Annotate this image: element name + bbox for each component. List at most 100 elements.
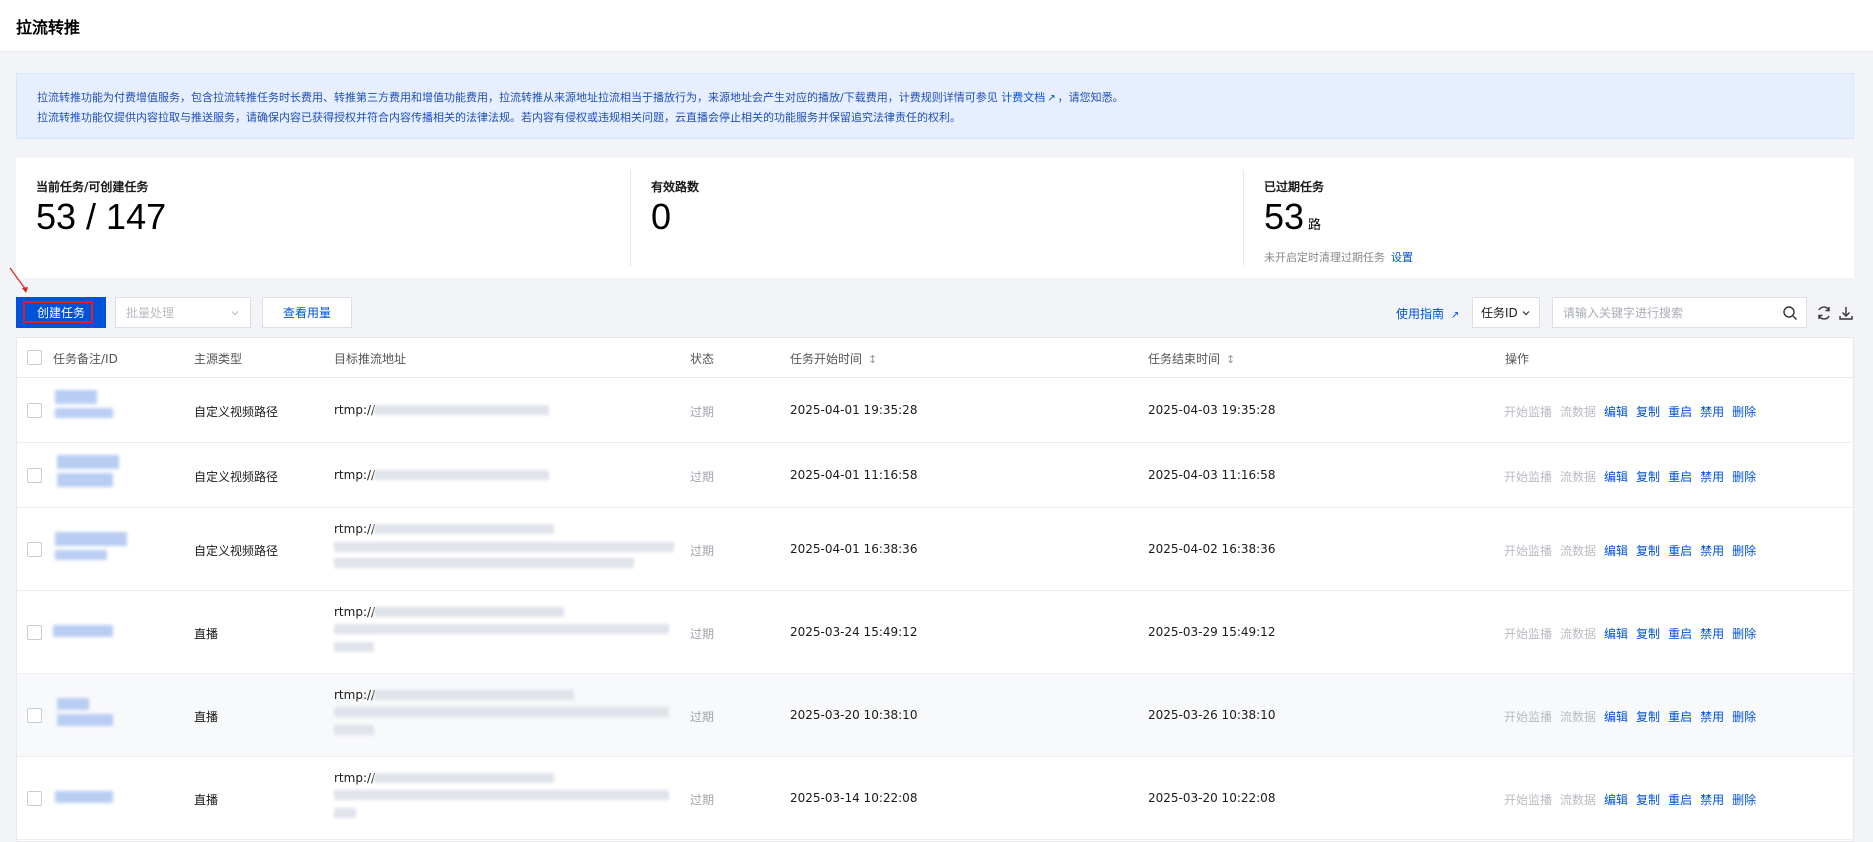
- action-disable[interactable]: 禁用: [1700, 791, 1724, 808]
- table-row: 自定义视频路径 rtmp:// 过期 2025-04-01 19:35:28 2…: [17, 378, 1853, 443]
- status-badge: 过期: [690, 544, 715, 558]
- action-delete[interactable]: 删除: [1732, 403, 1756, 420]
- refresh-icon[interactable]: [1816, 305, 1832, 321]
- source-type: 自定义视频路径: [194, 405, 279, 419]
- page-title: 拉流转推: [16, 18, 81, 37]
- action-disable[interactable]: 禁用: [1700, 708, 1724, 725]
- action-disable[interactable]: 禁用: [1700, 403, 1724, 420]
- search-field-select[interactable]: 任务ID: [1472, 297, 1540, 328]
- row-checkbox[interactable]: [27, 468, 42, 483]
- row-checkbox[interactable]: [27, 791, 42, 806]
- search-field-value: 任务ID: [1481, 306, 1518, 320]
- stat-valid-routes: 有效路数 0: [630, 170, 1243, 266]
- col-header-end[interactable]: 任务结束时间 ↕: [1148, 350, 1235, 367]
- action-delete[interactable]: 删除: [1732, 791, 1756, 808]
- source-type: 直播: [194, 793, 219, 807]
- row-actions: 开始监播 流数据 编辑 复制 重启 禁用 删除: [1504, 708, 1756, 725]
- row-checkbox[interactable]: [27, 403, 42, 418]
- col-header-status: 状态: [690, 352, 715, 366]
- end-time: 2025-03-29 15:49:12: [1148, 625, 1276, 639]
- action-delete[interactable]: 删除: [1732, 542, 1756, 559]
- row-checkbox[interactable]: [27, 625, 42, 640]
- stat-value: 53: [1264, 196, 1305, 237]
- task-id-redacted[interactable]: [57, 698, 89, 710]
- notice-line-2: 拉流转推功能仅提供内容拉取与推送服务，请确保内容已获得授权并符合内容传播相关的法…: [37, 111, 961, 124]
- row-checkbox[interactable]: [27, 708, 42, 723]
- url-redacted: [334, 624, 669, 634]
- stat-label: 有效路数: [651, 180, 700, 194]
- action-edit[interactable]: 编辑: [1604, 791, 1628, 808]
- sort-icon[interactable]: ↕: [868, 353, 877, 366]
- action-stream-data: 流数据: [1560, 544, 1597, 558]
- col-header-start[interactable]: 任务开始时间 ↕: [790, 350, 877, 367]
- action-copy[interactable]: 复制: [1636, 468, 1660, 485]
- action-copy[interactable]: 复制: [1636, 403, 1660, 420]
- target-url-prefix: rtmp://: [334, 403, 376, 417]
- sort-icon[interactable]: ↕: [1226, 353, 1235, 366]
- action-disable[interactable]: 禁用: [1700, 468, 1724, 485]
- select-all-checkbox[interactable]: [27, 350, 42, 365]
- target-url: rtmp://: [334, 605, 375, 619]
- status-badge: 过期: [690, 470, 715, 484]
- start-time: 2025-03-24 15:49:12: [790, 625, 918, 639]
- source-type: 直播: [194, 627, 219, 641]
- action-delete[interactable]: 删除: [1732, 708, 1756, 725]
- stat-label: 当前任务/可创建任务: [36, 180, 149, 194]
- action-edit[interactable]: 编辑: [1604, 403, 1628, 420]
- action-restart[interactable]: 重启: [1668, 625, 1692, 642]
- action-edit[interactable]: 编辑: [1604, 625, 1628, 642]
- billing-doc-link[interactable]: 计费文档 ↗: [1001, 91, 1057, 104]
- action-copy[interactable]: 复制: [1636, 625, 1660, 642]
- task-id-redacted[interactable]: [55, 791, 113, 803]
- search-icon[interactable]: [1782, 305, 1798, 321]
- task-id-redacted[interactable]: [55, 532, 127, 546]
- row-checkbox[interactable]: [27, 542, 42, 557]
- action-start-monitor: 开始监播: [1504, 544, 1553, 558]
- task-table: 任务备注/ID 主源类型 目标推流地址 状态 任务开始时间 ↕ 任务结束时间 ↕ 操…: [16, 337, 1854, 842]
- end-time: 2025-04-02 16:38:36: [1148, 542, 1276, 556]
- action-restart[interactable]: 重启: [1668, 542, 1692, 559]
- action-copy[interactable]: 复制: [1636, 542, 1660, 559]
- action-edit[interactable]: 编辑: [1604, 468, 1628, 485]
- task-id-redacted[interactable]: [53, 625, 113, 637]
- action-edit[interactable]: 编辑: [1604, 542, 1628, 559]
- col-header-source: 主源类型: [194, 352, 243, 366]
- action-start-monitor: 开始监播: [1504, 793, 1553, 807]
- action-stream-data: 流数据: [1560, 793, 1597, 807]
- notice-text-1: 拉流转推功能为付费增值服务，包含拉流转推任务时长费用、转推第三方费用和增值功能费…: [37, 91, 998, 104]
- action-copy[interactable]: 复制: [1636, 791, 1660, 808]
- action-restart[interactable]: 重启: [1668, 403, 1692, 420]
- action-edit[interactable]: 编辑: [1604, 708, 1628, 725]
- create-task-button[interactable]: 创建任务: [16, 297, 106, 328]
- download-icon[interactable]: [1838, 305, 1854, 321]
- target-url: rtmp://: [334, 522, 375, 536]
- batch-process-dropdown[interactable]: 批量处理: [115, 297, 251, 328]
- task-id-redacted[interactable]: [57, 455, 119, 469]
- stat-expired-tasks: 已过期任务 53 路 未开启定时清理过期任务 设置: [1243, 170, 1854, 266]
- url-redacted: [374, 405, 549, 415]
- action-stream-data: 流数据: [1560, 405, 1597, 419]
- settings-link[interactable]: 设置: [1391, 251, 1413, 264]
- action-disable[interactable]: 禁用: [1700, 542, 1724, 559]
- search-input[interactable]: [1553, 298, 1768, 327]
- start-time: 2025-04-01 11:16:58: [790, 468, 918, 482]
- col-header-id: 任务备注/ID: [53, 352, 118, 366]
- external-link-icon: ↗: [1047, 93, 1056, 104]
- usage-guide-link[interactable]: 使用指南 ↗: [1396, 305, 1459, 322]
- action-restart[interactable]: 重启: [1668, 791, 1692, 808]
- task-id-redacted[interactable]: [55, 390, 97, 404]
- target-url-prefix: rtmp://: [334, 468, 376, 482]
- action-restart[interactable]: 重启: [1668, 708, 1692, 725]
- action-disable[interactable]: 禁用: [1700, 625, 1724, 642]
- view-usage-button[interactable]: 查看用量: [262, 297, 352, 328]
- url-redacted: [374, 773, 554, 783]
- action-restart[interactable]: 重启: [1668, 468, 1692, 485]
- target-url: rtmp://: [334, 403, 375, 417]
- url-redacted: [334, 542, 674, 552]
- action-delete[interactable]: 删除: [1732, 625, 1756, 642]
- action-delete[interactable]: 删除: [1732, 468, 1756, 485]
- row-actions: 开始监播 流数据 编辑 复制 重启 禁用 删除: [1504, 403, 1756, 420]
- action-start-monitor: 开始监播: [1504, 627, 1553, 641]
- url-redacted: [334, 642, 374, 652]
- action-copy[interactable]: 复制: [1636, 708, 1660, 725]
